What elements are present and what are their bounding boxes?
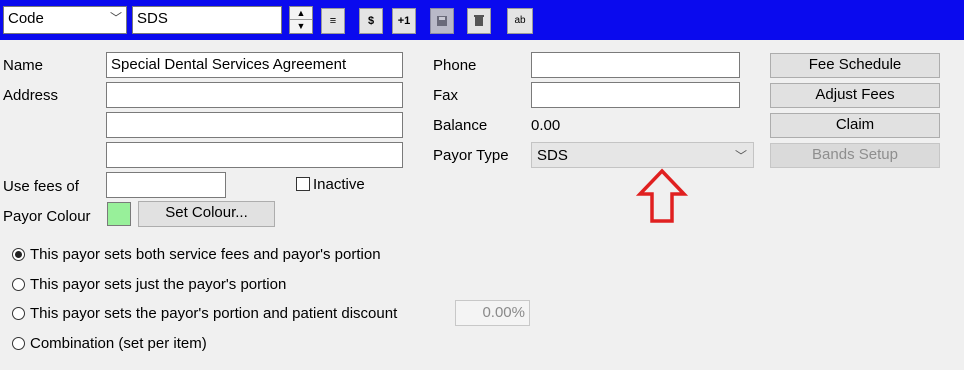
increment-button[interactable]: +1 <box>392 8 416 34</box>
phone-label: Phone <box>433 57 477 74</box>
list-icon: ≡ <box>329 15 337 27</box>
payor-type-label: Payor Type <box>433 147 509 164</box>
option-label-1: This payor sets both service fees and pa… <box>30 246 381 263</box>
record-spinner[interactable]: ▲ ▼ <box>289 6 313 34</box>
code-input[interactable]: SDS <box>132 6 282 34</box>
balance-label: Balance <box>433 117 488 134</box>
fees-button[interactable]: $ <box>359 8 383 34</box>
spelling-icon: ab <box>514 15 526 26</box>
option-radio-4[interactable] <box>12 337 25 350</box>
toolbar: Code ﹀ SDS ▲ ▼ ≡ $ +1 ab <box>0 0 964 40</box>
payor-type-select[interactable]: SDS ﹀ <box>531 142 754 168</box>
spin-down-icon[interactable]: ▼ <box>290 19 312 32</box>
fax-label: Fax <box>433 87 459 104</box>
use-fees-field[interactable] <box>106 172 226 198</box>
save-button[interactable] <box>430 8 454 34</box>
fee-schedule-button[interactable]: Fee Schedule <box>770 53 940 78</box>
delete-button[interactable] <box>467 8 491 34</box>
set-colour-button[interactable]: Set Colour... <box>138 201 275 227</box>
annotation-arrow-icon <box>635 168 689 223</box>
spin-up-icon[interactable]: ▲ <box>290 7 312 19</box>
option-label-2: This payor sets just the payor's portion <box>30 276 287 293</box>
payor-type-value: SDS <box>537 147 568 164</box>
claim-button[interactable]: Claim <box>770 113 940 138</box>
balance-value: 0.00 <box>531 117 561 134</box>
adjust-fees-button[interactable]: Adjust Fees <box>770 83 940 108</box>
list-button[interactable]: ≡ <box>321 8 345 34</box>
address-line-1[interactable] <box>106 82 403 108</box>
payor-colour-label: Payor Colour <box>3 208 91 225</box>
plus-one-icon: +1 <box>397 15 411 27</box>
option-label-4: Combination (set per item) <box>30 335 207 352</box>
code-select-value: Code <box>8 10 44 27</box>
name-field[interactable]: Special Dental Services Agreement <box>106 52 403 78</box>
payor-colour-swatch[interactable] <box>107 202 131 226</box>
code-input-value: SDS <box>137 10 168 27</box>
option-radio-1[interactable] <box>12 248 25 261</box>
address-line-2[interactable] <box>106 112 403 138</box>
address-line-3[interactable] <box>106 142 403 168</box>
chevron-down-icon: ﹀ <box>734 149 747 163</box>
dollar-icon: $ <box>367 15 375 27</box>
trash-icon <box>474 15 484 26</box>
spelling-button[interactable]: ab <box>507 8 533 34</box>
fax-field[interactable] <box>531 82 740 108</box>
patient-discount-field[interactable]: 0.00% <box>455 300 530 326</box>
option-radio-3[interactable] <box>12 307 25 320</box>
bands-setup-button[interactable]: Bands Setup <box>770 143 940 168</box>
address-label: Address <box>3 87 59 104</box>
code-select[interactable]: Code ﹀ <box>3 6 127 34</box>
inactive-checkbox[interactable] <box>296 177 310 191</box>
use-fees-label: Use fees of <box>3 178 79 195</box>
option-radio-2[interactable] <box>12 278 25 291</box>
name-label: Name <box>3 57 44 74</box>
save-icon <box>437 16 447 26</box>
inactive-label: Inactive <box>313 176 365 193</box>
chevron-down-icon: ﹀ <box>109 11 122 25</box>
phone-field[interactable] <box>531 52 740 78</box>
option-label-3: This payor sets the payor's portion and … <box>30 305 398 322</box>
